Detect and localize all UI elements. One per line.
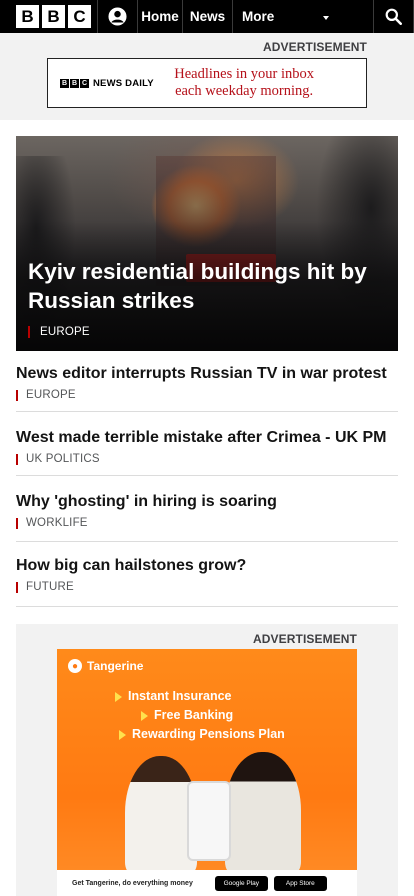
logo-letter: B <box>60 78 69 88</box>
ad-offer-line: Free Banking <box>115 706 355 725</box>
ad-offer-line: Rewarding Pensions Plan <box>115 725 355 744</box>
bbc-news-daily-logo: B B C NEWS DAILY <box>60 78 154 89</box>
tangerine-brand-name: Tangerine <box>87 659 144 673</box>
list-item[interactable]: How big can hailstones grow? FUTURE <box>16 556 398 607</box>
google-play-badge[interactable]: Google Play <box>214 875 268 891</box>
ad-offer-text: Rewarding Pensions Plan <box>132 727 285 741</box>
ad-person <box>225 752 301 874</box>
list-item[interactable]: News editor interrupts Russian TV in war… <box>16 364 398 412</box>
logo-letter: B <box>16 5 39 28</box>
advertisement-label: ADVERTISEMENT <box>263 40 367 54</box>
nav-more-label: More <box>242 9 275 24</box>
story-headline[interactable]: West made terrible mistake after Crimea … <box>16 428 398 448</box>
ad-banner-news-daily[interactable]: B B C NEWS DAILY Headlines in your inbox… <box>47 58 367 108</box>
tangerine-leaf-icon: ● <box>68 659 82 673</box>
ad-brand-name: NEWS DAILY <box>93 77 154 89</box>
list-item[interactable]: West made terrible mistake after Crimea … <box>16 428 398 476</box>
ad-image-people <box>117 749 307 874</box>
hero-headline[interactable]: Kyiv residential buildings hit by Russia… <box>28 257 378 315</box>
arrow-right-icon <box>119 729 126 740</box>
account-button[interactable] <box>97 0 137 33</box>
search-icon <box>385 8 402 25</box>
chevron-down-icon <box>323 16 329 20</box>
nav-item-news[interactable]: News <box>182 0 232 33</box>
ad-banner-tangerine[interactable]: ● Tangerine Instant Insurance Free Banki… <box>57 649 357 896</box>
hero-story[interactable]: Kyiv residential buildings hit by Russia… <box>16 136 398 351</box>
logo-letter: B <box>42 5 65 28</box>
advertisement-top: ADVERTISEMENT B B C NEWS DAILY Headlines… <box>0 33 414 120</box>
story-section-tag[interactable]: FUTURE <box>16 581 398 593</box>
story-headline[interactable]: How big can hailstones grow? <box>16 556 398 576</box>
story-section-tag[interactable]: WORKLIFE <box>16 517 398 529</box>
ad-offer-line: Instant Insurance <box>115 687 355 706</box>
tangerine-logo: ● Tangerine <box>68 659 143 673</box>
logo-letter: C <box>80 78 89 88</box>
nav-item-home[interactable]: Home <box>137 0 182 33</box>
app-store-badge[interactable]: App Store <box>273 875 327 891</box>
arrow-right-icon <box>141 710 148 721</box>
ad-copy-line: Headlines in your inbox <box>174 66 314 82</box>
story-headline[interactable]: Why 'ghosting' in hiring is soaring <box>16 492 398 512</box>
story-section-tag[interactable]: UK POLITICS <box>16 453 398 465</box>
story-section-tag[interactable]: EUROPE <box>16 389 398 401</box>
hero-section-tag[interactable]: EUROPE <box>28 326 90 338</box>
bbc-logo[interactable]: B B C <box>0 0 97 33</box>
ad-offer-list: Instant Insurance Free Banking Rewarding… <box>115 687 355 744</box>
story-headline[interactable]: News editor interrupts Russian TV in war… <box>16 364 398 384</box>
logo-letter: B <box>70 78 79 88</box>
ad-footer: Get Tangerine, do everything money Googl… <box>57 870 357 896</box>
ad-copy: Headlines in your inbox each weekday mor… <box>174 66 314 100</box>
advertisement-bottom: ADVERTISEMENT ● Tangerine Instant Insura… <box>16 624 398 896</box>
phone-icon <box>187 781 231 861</box>
ad-footer-text: Get Tangerine, do everything money <box>72 879 193 887</box>
ad-offer-text: Free Banking <box>154 708 234 722</box>
arrow-right-icon <box>115 691 122 702</box>
ad-copy-line: each weekday morning. <box>175 83 314 99</box>
logo-letter: C <box>68 5 91 28</box>
account-icon <box>108 7 127 26</box>
ad-offer-text: Instant Insurance <box>128 689 232 703</box>
search-button[interactable] <box>373 0 414 33</box>
advertisement-label: ADVERTISEMENT <box>253 632 357 646</box>
list-item[interactable]: Why 'ghosting' in hiring is soaring WORK… <box>16 492 398 542</box>
nav-item-more[interactable]: More <box>232 0 337 33</box>
top-navigation: B B C Home News More <box>0 0 414 33</box>
